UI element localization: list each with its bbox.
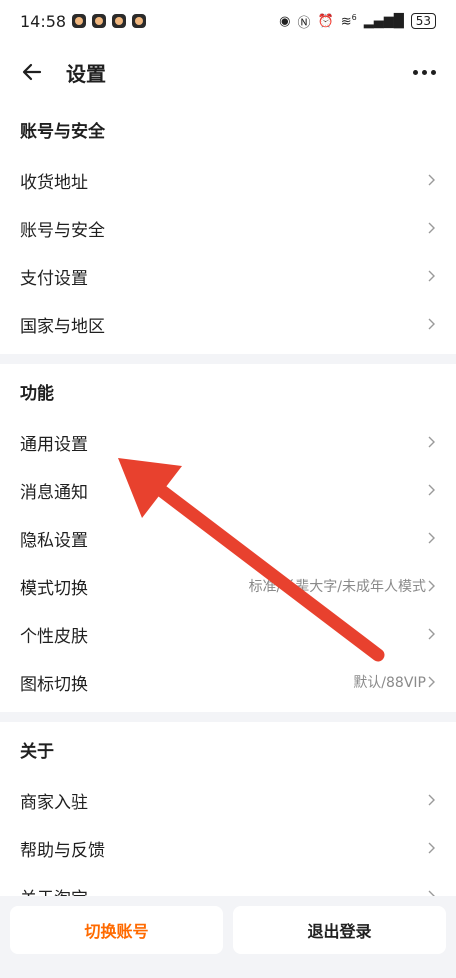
row-label: 支付设置 [20,268,88,289]
wifi-icon: ≋6 [340,12,357,30]
chevron-right-icon [426,484,436,496]
section-account: 账号与安全 收货地址 账号与安全 支付设置 国家与地区 [0,102,456,354]
chevron-right-icon [426,842,436,854]
settings-row-about[interactable]: 关于淘宝 [0,872,456,896]
settings-row-privacy[interactable]: 隐私设置 [0,514,456,562]
section-title-account: 账号与安全 [20,121,105,142]
chevron-right-icon [426,532,436,544]
status-bar: 14:58 ◉ Ⓝ ⏰ ≋6 ▂▄▆█ 53 [0,0,456,42]
row-label: 隐私设置 [20,530,88,551]
chevron-right-icon [426,318,436,330]
row-label: 个性皮肤 [20,626,88,647]
row-label: 收货地址 [20,172,88,193]
settings-row-merchant[interactable]: 商家入驻 [0,776,456,824]
chevron-right-icon [426,676,436,688]
eye-icon: ◉ [279,13,291,29]
row-label: 关于淘宝 [20,884,88,897]
row-value: 默认/88VIP [353,675,426,691]
row-label: 模式切换 [20,578,88,599]
row-value: 标准/长辈大字/未成年人模式 [248,579,426,595]
settings-row-general[interactable]: 通用设置 [0,418,456,466]
chevron-right-icon [426,794,436,806]
section-title-about: 关于 [20,741,54,762]
notification-app-icon [112,14,127,28]
section-title-features: 功能 [20,383,54,404]
notification-app-icon [92,14,107,28]
chevron-right-icon [426,628,436,640]
signal-icon: ▂▄▆█ [363,13,404,29]
status-right: ◉ Ⓝ ⏰ ≋6 ▂▄▆█ 53 [279,12,436,31]
settings-row-region[interactable]: 国家与地区 [0,300,456,348]
logout-button[interactable]: 退出登录 [233,906,446,954]
page-title: 设置 [66,61,106,86]
row-label: 通用设置 [20,434,88,455]
settings-row-app-icon[interactable]: 图标切换 默认/88VIP [0,658,456,706]
settings-row-address[interactable]: 收货地址 [0,156,456,204]
back-arrow-icon[interactable] [20,60,44,84]
battery-icon: 53 [410,13,436,29]
chevron-right-icon [426,270,436,282]
notification-app-icon [132,14,147,28]
row-label: 商家入驻 [20,792,88,813]
chevron-right-icon [426,580,436,592]
section-about: 关于 商家入驻 帮助与反馈 关于淘宝 [0,722,456,896]
network-type-label: 6 [351,12,357,22]
status-time: 14:58 [20,11,67,31]
settings-row-account-security[interactable]: 账号与安全 [0,204,456,252]
status-left: 14:58 [20,11,147,31]
row-label: 图标切换 [20,674,88,695]
section-features: 功能 通用设置 消息通知 隐私设置 模式切换 标准/长辈大字/未成年人模式 个性… [0,364,456,712]
bottom-bar: 切换账号 退出登录 [0,896,456,978]
more-dots-icon[interactable] [413,69,436,75]
alarm-icon: ⏰ [317,13,334,29]
settings-row-notifications[interactable]: 消息通知 [0,466,456,514]
notification-app-icon [72,14,87,28]
settings-row-help[interactable]: 帮助与反馈 [0,824,456,872]
chevron-right-icon [426,222,436,234]
settings-row-skin[interactable]: 个性皮肤 [0,610,456,658]
chevron-right-icon [426,174,436,186]
switch-account-button[interactable]: 切换账号 [10,906,223,954]
nfc-icon: Ⓝ [297,15,311,31]
settings-row-mode[interactable]: 模式切换 标准/长辈大字/未成年人模式 [0,562,456,610]
row-label: 帮助与反馈 [20,840,105,861]
row-label: 国家与地区 [20,316,105,337]
app-header: 设置 [0,42,456,102]
row-label: 账号与安全 [20,220,105,241]
settings-row-payment[interactable]: 支付设置 [0,252,456,300]
row-label: 消息通知 [20,482,88,503]
chevron-right-icon [426,436,436,448]
